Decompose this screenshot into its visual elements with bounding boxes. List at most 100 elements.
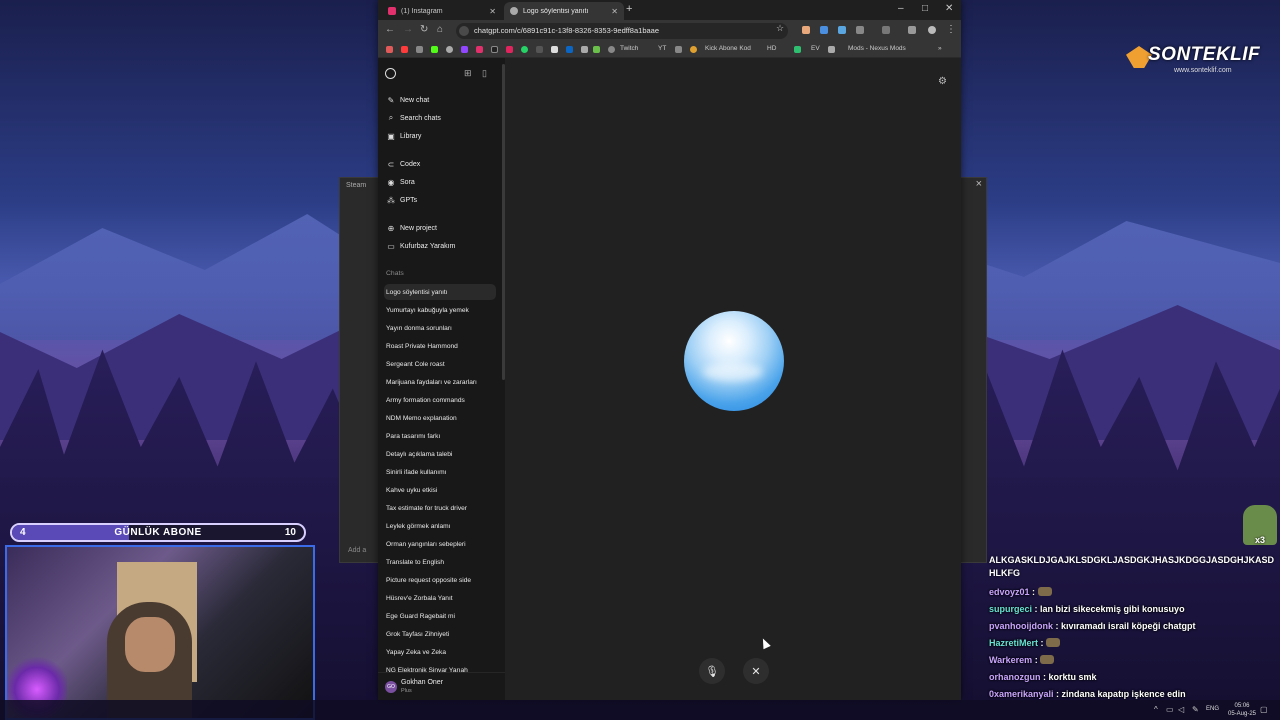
x-icon[interactable]: [491, 46, 498, 53]
extension-icon[interactable]: [856, 26, 864, 34]
bookmark-icon[interactable]: [446, 46, 453, 53]
pen-icon[interactable]: ✎: [1192, 705, 1199, 714]
chat-history-item[interactable]: Army formation commands: [384, 392, 496, 408]
microphone-button[interactable]: 🎙: [699, 658, 725, 684]
profile-icon[interactable]: [928, 26, 936, 34]
network-icon[interactable]: ▭: [1166, 705, 1174, 714]
whatsapp-icon[interactable]: [521, 46, 528, 53]
extension-icon[interactable]: [908, 26, 916, 34]
bookmark-ev[interactable]: EV: [811, 45, 820, 52]
address-bar[interactable]: chatgpt.com/c/6891c91c-13f8-8326-8353-9e…: [456, 23, 788, 39]
chat-history-item[interactable]: Roast Private Hammond: [384, 338, 496, 354]
bookmark-icon[interactable]: [551, 46, 558, 53]
minimize-icon[interactable]: –: [898, 3, 904, 14]
chat-username[interactable]: supurgeci: [989, 604, 1032, 614]
openai-logo-icon[interactable]: [385, 68, 396, 79]
bookmark-hd[interactable]: HD: [767, 45, 776, 52]
codex-button[interactable]: ⊂ Codex: [384, 156, 496, 172]
chat-history-item[interactable]: Yapay Zeka ve Zeka: [384, 644, 496, 660]
library-button[interactable]: ▣ Library: [384, 128, 496, 144]
new-tab-icon[interactable]: +: [626, 3, 632, 15]
chat-history-item[interactable]: Marijuana faydaları ve zararları: [384, 374, 496, 390]
close-icon[interactable]: ✕: [489, 7, 496, 16]
new-chat-button[interactable]: ✎ New chat: [384, 92, 496, 108]
bookmark-icon[interactable]: [593, 46, 600, 53]
forward-icon[interactable]: →: [403, 24, 413, 35]
new-project-button[interactable]: ⊕ New project: [384, 220, 496, 236]
chat-username[interactable]: 0xamerikanyali: [989, 689, 1054, 699]
chat-history-item[interactable]: Hüsrev'e Zorbala Yanıt: [384, 590, 496, 606]
chat-history-item[interactable]: Picture request opposite side: [384, 572, 496, 588]
bookmark-twitch[interactable]: Twitch: [620, 45, 638, 52]
bookmark-yt[interactable]: YT: [658, 45, 666, 52]
chat-history-item[interactable]: Orman yangınları sebepleri: [384, 536, 496, 552]
chat-history-item[interactable]: NDM Memo explanation: [384, 410, 496, 426]
chat-username[interactable]: Warkerem: [989, 655, 1032, 665]
extension-icon[interactable]: [838, 26, 846, 34]
kick-icon[interactable]: [431, 46, 438, 53]
settings-sliders-icon[interactable]: ⚙: [938, 76, 947, 87]
volume-icon[interactable]: ◁: [1178, 705, 1184, 714]
home-icon[interactable]: ⌂: [437, 24, 443, 35]
bookmark-icon[interactable]: [416, 46, 423, 53]
bookmark-icon[interactable]: [690, 46, 697, 53]
chat-history-item[interactable]: Leylek görmek anlamı: [384, 518, 496, 534]
chat-history-item[interactable]: Detaylı açıklama talebi: [384, 446, 496, 462]
chat-history-item[interactable]: Ege Guard Ragebait mi: [384, 608, 496, 624]
chat-username[interactable]: HazretiMert: [989, 638, 1038, 648]
notifications-icon[interactable]: ▢: [1260, 705, 1268, 714]
bookmark-icon[interactable]: [794, 46, 801, 53]
url-text[interactable]: chatgpt.com/c/6891c91c-13f8-8326-8353-9e…: [474, 26, 659, 35]
chat-username[interactable]: orhanozgun: [989, 672, 1041, 682]
extension-icon[interactable]: [820, 26, 828, 34]
reload-icon[interactable]: ↻: [420, 24, 428, 35]
chat-history-item[interactable]: Sergeant Cole roast: [384, 356, 496, 372]
chat-history-item[interactable]: Yayın donma sorunları: [384, 320, 496, 336]
bookmark-icon[interactable]: [581, 46, 588, 53]
sidebar-toggle-icon[interactable]: ▯: [482, 68, 487, 79]
chat-history-item[interactable]: Yumurtayı kabuğuyla yemek: [384, 302, 496, 318]
language-indicator[interactable]: ENG: [1206, 706, 1219, 712]
twitch-icon[interactable]: [461, 46, 468, 53]
chat-history-item[interactable]: Translate to English: [384, 554, 496, 570]
more-bookmarks-icon[interactable]: »: [938, 45, 942, 52]
chat-username[interactable]: pvanhooijdonk: [989, 621, 1053, 631]
bookmark-star-icon[interactable]: ☆: [776, 23, 784, 34]
close-icon[interactable]: ✕: [611, 7, 618, 16]
user-menu[interactable]: GO Gokhan Oner Plus: [378, 672, 505, 700]
bookmark-icon[interactable]: [386, 46, 393, 53]
tab-chatgpt[interactable]: Logo söylentisi yanıtı ✕: [504, 2, 624, 20]
site-info-icon[interactable]: [459, 26, 469, 36]
linkedin-icon[interactable]: [566, 46, 573, 53]
bookmark-icon[interactable]: [675, 46, 682, 53]
tab-instagram[interactable]: (1) Instagram ✕: [382, 2, 502, 20]
chat-history-item[interactable]: Grok Tayfası Zihniyeti: [384, 626, 496, 642]
close-icon[interactable]: ×: [976, 178, 982, 190]
globe-icon[interactable]: [608, 46, 615, 53]
grid-icon[interactable]: ⊞: [464, 68, 472, 79]
extension-icon[interactable]: [802, 26, 810, 34]
chat-history-item[interactable]: Logo söylentisi yanıtı: [384, 284, 496, 300]
project-kufurbaz[interactable]: ▭ Kufurbaz Yarakım: [384, 238, 496, 254]
gpts-button[interactable]: ⁂ GPTs: [384, 192, 496, 208]
chat-history-item[interactable]: Tax estimate for truck driver: [384, 500, 496, 516]
chat-history-item[interactable]: Sinirli ifade kullanımı: [384, 464, 496, 480]
menu-icon[interactable]: ⋮: [946, 24, 956, 35]
bookmark-icon[interactable]: [536, 46, 543, 53]
tray-chevron-icon[interactable]: ^: [1154, 705, 1158, 714]
end-voice-button[interactable]: ✕: [743, 658, 769, 684]
chat-history-item[interactable]: Kahve uyku etkisi: [384, 482, 496, 498]
back-window-input[interactable]: Add a: [348, 547, 366, 554]
sora-button[interactable]: ◉ Sora: [384, 174, 496, 190]
instagram-icon[interactable]: [476, 46, 483, 53]
close-window-icon[interactable]: ✕: [945, 3, 953, 14]
bookmark-kick-abone-kod[interactable]: Kick Abone Kod: [705, 45, 751, 52]
youtube-icon[interactable]: [401, 46, 408, 53]
bookmark-icon[interactable]: [828, 46, 835, 53]
extension-icon[interactable]: [882, 26, 890, 34]
search-chats-button[interactable]: ⌕ Search chats: [384, 110, 496, 126]
maximize-icon[interactable]: □: [922, 3, 928, 14]
bookmark-icon[interactable]: [506, 46, 513, 53]
chat-username[interactable]: edvoyz01: [989, 587, 1030, 597]
chat-history-item[interactable]: Para tasarımı farkı: [384, 428, 496, 444]
